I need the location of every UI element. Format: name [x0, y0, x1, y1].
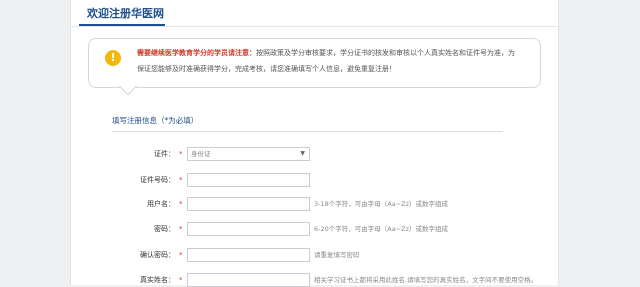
- username-label: 用户名：: [147, 200, 175, 208]
- confirm-password-input[interactable]: [187, 248, 310, 262]
- id-type-label: 证件：: [154, 150, 175, 158]
- dropdown-arrow-icon: ▼: [300, 150, 305, 157]
- id-number-input[interactable]: [187, 173, 310, 187]
- section-divider: [112, 131, 503, 132]
- page-header: 欢迎注册华医网: [71, 0, 558, 27]
- required-mark: *: [179, 200, 183, 208]
- confirm-password-hint: 请重复填写密码: [314, 251, 360, 259]
- notice-box: ! 需要继续医学教育学分的学员请注意：按照政策及学分审核要求，学分证书的核发和审…: [88, 38, 541, 88]
- password-input[interactable]: [187, 222, 310, 236]
- confirm-password-label: 确认密码：: [140, 251, 175, 259]
- required-mark: *: [179, 225, 183, 233]
- id-number-label: 证件号码：: [140, 176, 175, 184]
- required-mark: *: [179, 251, 183, 259]
- page-title: 欢迎注册华医网: [87, 7, 164, 20]
- section-title: 填写注册信息（*为必填）: [112, 116, 199, 125]
- notice-highlight: 需要继续医学教育学分的学员请注意：: [137, 49, 256, 57]
- notice-text: 需要继续医学教育学分的学员请注意：按照政策及学分审核要求，学分证书的核发和审核以…: [137, 45, 532, 77]
- notice-line1: 按照政策及学分审核要求，学分证书的核发和审核以个人真实姓名和证件号为准，为: [256, 49, 515, 57]
- id-type-value: 身份证: [191, 150, 211, 158]
- id-type-select[interactable]: 身份证 ▼: [187, 147, 310, 161]
- warning-icon: !: [105, 50, 121, 66]
- username-hint: 3-18个字符，可由字母（Aa~Zz）或数字组成: [314, 200, 448, 208]
- required-mark: *: [179, 176, 183, 184]
- password-label: 密码：: [154, 225, 175, 233]
- registration-panel: 欢迎注册华医网 ! 需要继续医学教育学分的学员请注意：按照政策及学分审核要求，学…: [70, 0, 559, 287]
- notice-line2: 保证您能够及时准确获得学分，完成考核，请您准确填写个人信息，避免重复注册！: [137, 65, 396, 73]
- title-underline: [79, 24, 165, 26]
- required-mark: *: [179, 150, 183, 158]
- username-input[interactable]: [187, 197, 310, 211]
- password-hint: 6-20个字符，可由字母（Aa~Zz）或数字组成: [314, 225, 448, 233]
